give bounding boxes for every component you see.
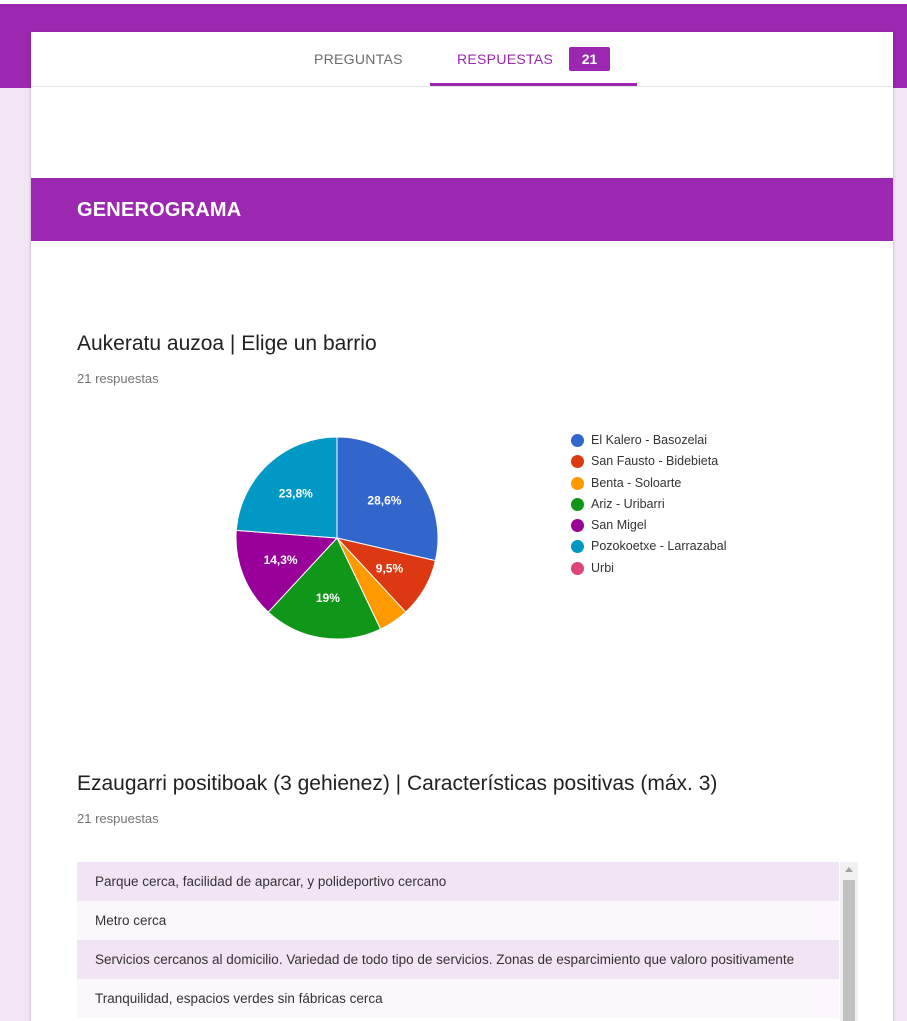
pie-chart: 28,6% 9,5% 19% 14,3% 23,8% (235, 436, 439, 640)
pie-slice-label: 28,6% (367, 493, 401, 507)
section-title: GENEROGRAMA (77, 199, 242, 221)
list-item: Metro cerca (77, 901, 839, 940)
response-list: Parque cerca, facilidad de aparcar, y po… (77, 862, 858, 1021)
pie-slice-label: 9,5% (376, 561, 404, 575)
active-tab-indicator (430, 83, 637, 86)
question-response-count: 21 respuestas (77, 811, 159, 826)
legend-label: Ariz - Uribarri (591, 496, 665, 511)
legend-label: San Fausto - Bidebieta (591, 454, 719, 469)
scrollbar[interactable] (840, 862, 858, 1021)
question-response-count: 21 respuestas (77, 371, 159, 386)
legend-entry: San Fausto - Bidebieta (571, 451, 727, 472)
scrollbar-thumb[interactable] (843, 880, 855, 1021)
list-item: Tranquilidad, espacios verdes sin fábric… (77, 979, 839, 1018)
scroll-up-arrow-icon[interactable] (845, 867, 853, 872)
legend-label: San Migel (591, 518, 647, 533)
legend-entry: Ariz - Uribarri (571, 494, 727, 515)
responses-card: PREGUNTAS RESPUESTAS 21 GENEROGRAMA Auke… (31, 32, 893, 1021)
pie-slice-label: 23,8% (279, 487, 313, 501)
tab-preguntas[interactable]: PREGUNTAS (314, 51, 403, 67)
legend-label: Benta - Soloarte (591, 475, 682, 490)
legend-color-dot-icon (571, 434, 584, 447)
list-item: Servicios cercanos al domicilio. Varieda… (77, 940, 839, 979)
legend-label: El Kalero - Basozelai (591, 433, 708, 447)
legend-color-dot-icon (571, 519, 584, 533)
tab-respuestas[interactable]: RESPUESTAS (457, 51, 553, 67)
legend-entry: Benta - Soloarte (571, 473, 727, 494)
legend-entry: Urbi (571, 558, 727, 579)
chart-legend: El Kalero - Basozelai San Fausto - Bidebi… (571, 430, 727, 579)
legend-color-dot-icon (571, 455, 584, 469)
legend-entry: El Kalero - Basozelai (571, 430, 727, 451)
header-band-edge (0, 0, 907, 4)
tab-bar: PREGUNTAS RESPUESTAS 21 (31, 32, 893, 87)
legend-color-dot-icon (571, 561, 584, 575)
response-count-badge: 21 (569, 47, 610, 71)
section-header: GENEROGRAMA (31, 178, 893, 241)
legend-color-dot-icon (571, 497, 584, 511)
question-title-positivas: Ezaugarri positiboak (3 gehienez) | Cara… (77, 772, 718, 795)
pie-slice-label: 19% (316, 591, 340, 605)
pie-slice-label: 14,3% (264, 553, 298, 567)
legend-entry: Pozokoetxe - Larrazabal (571, 536, 727, 557)
legend-label: Pozokoetxe - Larrazabal (591, 539, 727, 554)
legend-label: Urbi (591, 560, 614, 575)
question-title-barrio: Aukeratu auzoa | Elige un barrio (77, 332, 377, 355)
legend-color-dot-icon (571, 540, 584, 554)
legend-color-dot-icon (571, 476, 584, 490)
legend-entry: San Migel (571, 515, 727, 536)
list-item: Parque cerca, facilidad de aparcar, y po… (77, 862, 839, 901)
